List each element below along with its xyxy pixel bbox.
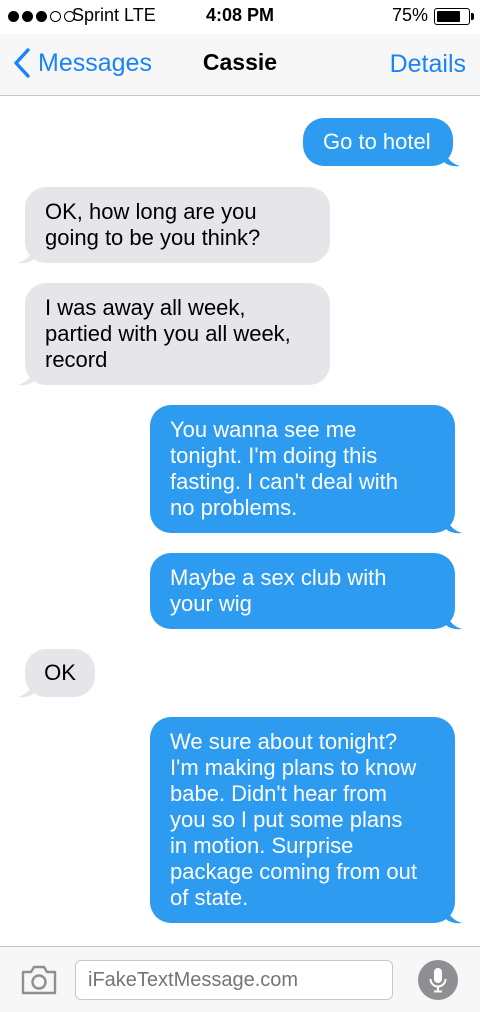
message-text-line: Go to hotel [323,129,431,154]
bubble-tail [446,610,462,630]
details-button[interactable]: Details [390,50,466,79]
back-button-label: Messages [38,48,152,77]
message-text-line: fasting. I can't deal with [170,469,398,494]
bubble-tail [18,244,34,264]
message-text-line: I was away all week, [45,295,246,320]
chevron-left-icon [14,48,30,78]
bubble-tail [18,366,34,386]
received-message-bubble[interactable]: OK [25,649,95,697]
message-text-line: You wanna see me [170,417,357,442]
status-bar: Sprint LTE 4:08 PM 75% [0,0,480,34]
message-text-line: partied with you all week, [45,321,291,346]
message-input-bar [0,946,480,1012]
message-text-line: tonight. I'm doing this [170,443,378,468]
battery-percentage: 75% [391,5,428,25]
message-text-line: package coming from out [170,859,418,884]
message-text-line: babe. Didn't hear from [170,781,387,806]
bubble-tail [446,514,462,534]
message-text-line: going to be you think? [45,225,261,250]
message-text-line: Maybe a sex club with [170,565,387,590]
message-text-line: We sure about tonight? [170,729,398,754]
message-text-line: you so I put some plans [170,807,403,832]
camera-icon[interactable] [20,964,58,996]
microphone-icon [429,968,447,993]
sent-message-bubble[interactable]: Go to hotel [303,118,453,166]
message-text-line: no problems. [170,495,298,520]
message-text-line: in motion. Surprise [170,833,354,858]
received-message-bubble[interactable]: I was away all week, partied with you all… [25,283,330,385]
nav-bar: Messages Cassie Details [0,34,480,96]
bubble-tail [18,678,34,698]
battery-icon [434,8,470,25]
message-text-line: your wig [170,591,252,616]
bubble-tail [446,904,462,924]
message-text-line: OK, how long are you [45,199,257,224]
battery-tip [471,13,474,20]
sent-message-bubble[interactable]: You wanna see me tonight. I'm doing this f… [150,405,455,533]
message-thread[interactable]: Go to hotel OK, how long are you going to … [0,96,480,946]
bubble-tail [444,147,460,167]
message-text-line: of state. [170,885,249,910]
received-message-bubble[interactable]: OK, how long are you going to be you thin… [25,187,330,263]
message-text-line: OK [44,660,76,685]
message-text-line: I'm making plans to know [170,755,417,780]
back-button[interactable]: Messages [12,46,152,80]
message-text-line: record [45,347,108,372]
microphone-button[interactable] [418,960,458,1000]
message-input[interactable] [75,960,393,1000]
sent-message-bubble[interactable]: We sure about tonight? I'm making plans t… [150,717,455,923]
sent-message-bubble[interactable]: Maybe a sex club with your wig [150,553,455,629]
